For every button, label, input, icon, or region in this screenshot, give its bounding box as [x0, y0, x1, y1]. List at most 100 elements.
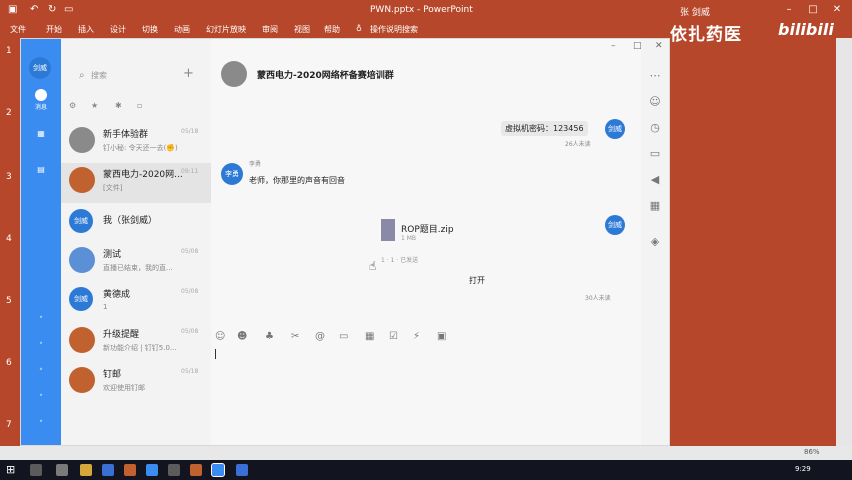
star-icon[interactable]: ★: [91, 101, 98, 110]
sender-avatar: 李勇: [221, 163, 243, 185]
open-file-link[interactable]: 打开: [469, 275, 485, 286]
calendar-icon[interactable]: ▦: [365, 331, 374, 342]
app-icon[interactable]: [102, 464, 114, 476]
list-item[interactable]: 新手体验群 钉小秘: 令天还一去(✊) 05/18: [61, 123, 211, 163]
chat-main: 蒙西电力-2020网络杯备赛培训群 虚拟机密码：123456 26人未读 剑威 …: [211, 39, 641, 445]
sticker-icon[interactable]: ☻: [237, 331, 247, 342]
filter-icon[interactable]: ⚙: [69, 101, 76, 110]
app-icon[interactable]: [56, 464, 68, 476]
doc-icon[interactable]: ▫: [137, 101, 142, 110]
user-avatar: 剑威: [69, 209, 93, 233]
slide-number[interactable]: 1: [6, 46, 12, 56]
vertical-scrollbar[interactable]: [836, 38, 852, 448]
list-item[interactable]: 剑威 我（张剑威）: [61, 203, 211, 243]
slide-number[interactable]: 2: [6, 108, 12, 118]
tell-me-search[interactable]: 操作说明搜索: [370, 24, 418, 35]
minimize-icon[interactable]: –: [611, 41, 616, 51]
message-bubble: 虚拟机密码：123456: [501, 121, 588, 136]
add-member-icon[interactable]: ☺: [648, 95, 662, 109]
unread-count[interactable]: 30人未读: [585, 293, 611, 302]
save-icon[interactable]: ▣: [8, 4, 17, 15]
tab-file[interactable]: 文件: [10, 24, 26, 35]
video-icon[interactable]: ▣: [437, 331, 446, 342]
slide-number[interactable]: 3: [6, 172, 12, 182]
like-icon[interactable]: ♣: [265, 331, 274, 342]
tab-view[interactable]: 视图: [294, 24, 310, 35]
slide-number[interactable]: 5: [6, 296, 12, 306]
group-avatar: [221, 61, 247, 87]
mail-avatar: [69, 367, 95, 393]
tab-slideshow[interactable]: 幻灯片放映: [206, 24, 246, 35]
conversation-time: 05/18: [181, 128, 199, 135]
list-item[interactable]: 钉邮 欢迎使用钉邮 05/18: [61, 363, 211, 403]
list-item[interactable]: 蒙西电力-2020网... [文件] 09:11: [61, 163, 211, 203]
zoom-level[interactable]: 86%: [804, 448, 820, 456]
add-button[interactable]: +: [183, 66, 194, 81]
messages-icon[interactable]: 消息: [31, 89, 51, 111]
upgrade-avatar: [69, 327, 95, 353]
check-icon[interactable]: ☑: [389, 331, 398, 342]
powerpoint-icon[interactable]: [190, 464, 202, 476]
tab-animations[interactable]: 动画: [174, 24, 190, 35]
app-icon[interactable]: [236, 464, 248, 476]
folder-icon[interactable]: [80, 464, 92, 476]
at-icon[interactable]: ✱: [115, 101, 122, 110]
list-item[interactable]: 测试 直播已结束，我的直... 05/08: [61, 243, 211, 283]
scissors-icon[interactable]: ✂: [291, 331, 299, 342]
at-icon[interactable]: @: [315, 331, 325, 342]
close-icon[interactable]: ✕: [828, 2, 846, 18]
group-avatar: [69, 167, 95, 193]
list-item[interactable]: 剑威 黄德成 1 05/08: [61, 283, 211, 323]
nav-rail: 剑威 消息 ▦ ▤ • • • • •: [21, 39, 61, 445]
more-icon[interactable]: ⋯: [648, 69, 662, 83]
file-name[interactable]: ROP题目.zip: [401, 222, 454, 235]
folder-icon[interactable]: ▭: [339, 331, 348, 342]
maximize-icon[interactable]: □: [804, 2, 822, 18]
conversation-time: 09:11: [181, 168, 199, 175]
tab-insert[interactable]: 插入: [78, 24, 94, 35]
slide-number[interactable]: 7: [6, 420, 12, 430]
windows-start-icon[interactable]: ⊞: [6, 463, 15, 476]
tab-transitions[interactable]: 切换: [142, 24, 158, 35]
unread-count[interactable]: 26人未读: [565, 139, 591, 148]
cube-icon[interactable]: ◈: [648, 235, 662, 249]
contacts-icon[interactable]: ▤: [31, 165, 51, 185]
app-icon[interactable]: [146, 464, 158, 476]
taskview-icon[interactable]: [30, 464, 42, 476]
conversation-name: 钉邮: [103, 370, 122, 380]
emoji-icon[interactable]: ☺: [215, 331, 225, 342]
app-icon[interactable]: [124, 464, 136, 476]
search-input[interactable]: 搜索: [91, 70, 107, 81]
folder-icon[interactable]: ▭: [648, 147, 662, 161]
group-avatar: [69, 247, 95, 273]
tab-review[interactable]: 审阅: [262, 24, 278, 35]
calendar-icon[interactable]: ▦: [648, 199, 662, 213]
tab-design[interactable]: 设计: [110, 24, 126, 35]
status-bar: 86%: [0, 446, 852, 460]
rail-icon[interactable]: •: [31, 417, 51, 437]
slide-number[interactable]: 6: [6, 358, 12, 368]
redo-icon[interactable]: ↻: [48, 4, 56, 15]
rail-icon[interactable]: •: [31, 391, 51, 411]
announcement-icon[interactable]: ◀: [648, 173, 662, 187]
clock[interactable]: 9:29: [795, 465, 811, 473]
undo-icon[interactable]: ↶: [30, 4, 38, 15]
workbench-icon[interactable]: ▦: [31, 129, 51, 149]
bolt-icon[interactable]: ⚡: [413, 331, 420, 342]
list-item[interactable]: 升级提醒 新功能介绍 | 钉钉5.0... 05/08: [61, 323, 211, 363]
rail-icon[interactable]: •: [31, 339, 51, 359]
clock-icon[interactable]: ◷: [648, 121, 662, 135]
tab-home[interactable]: 开始: [46, 24, 62, 35]
close-icon[interactable]: ✕: [655, 41, 663, 51]
text-caret[interactable]: [215, 349, 216, 359]
app-icon[interactable]: [168, 464, 180, 476]
minimize-icon[interactable]: –: [780, 2, 798, 18]
rail-icon[interactable]: •: [31, 313, 51, 333]
user-avatar[interactable]: 剑威: [29, 57, 51, 79]
maximize-icon[interactable]: □: [633, 41, 642, 51]
rail-icon[interactable]: •: [31, 365, 51, 385]
slide-number[interactable]: 4: [6, 234, 12, 244]
slideshow-icon[interactable]: ▭: [64, 4, 73, 15]
dingtalk-icon[interactable]: [211, 463, 225, 477]
tab-help[interactable]: 帮助: [324, 24, 340, 35]
